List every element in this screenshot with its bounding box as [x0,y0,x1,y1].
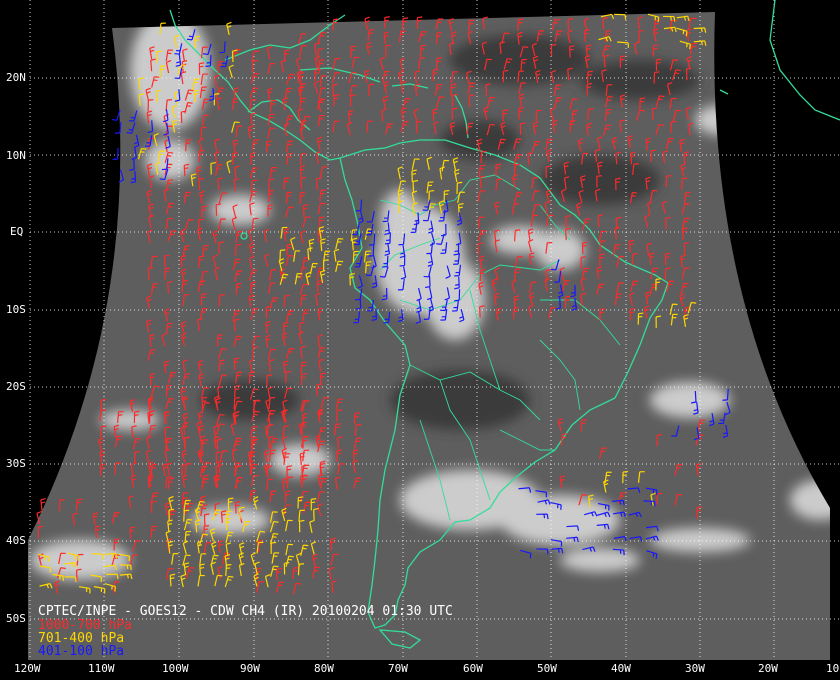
lon-label-70w: 70W [388,662,408,675]
lat-label-20n: 20N [6,71,26,84]
lat-label-10s: 10S [6,303,26,316]
lon-label-60w: 60W [463,662,483,675]
lon-label-10: 10 [826,662,840,675]
lon-label-110w: 110W [88,662,115,675]
lon-label-90w: 90W [240,662,260,675]
cloud-mass [210,195,270,225]
lat-label-20s: 20S [6,380,26,393]
legend-high-level: 401-100 hPa [38,644,125,659]
lon-label-100w: 100W [162,662,189,675]
lon-label-20w: 20W [758,662,778,675]
lon-label-50w: 50W [537,662,557,675]
cloud-mass [130,12,210,130]
lon-label-80w: 80W [314,662,334,675]
cloud-mass [425,260,485,340]
clear-sky-area [580,60,700,100]
image-title: CPTEC/INPE - GOES12 - CDW CH4 (IR) 20100… [38,604,453,619]
lon-label-120w: 120W [14,662,41,675]
cloud-mass [535,230,585,270]
clear-sky-area [390,370,530,430]
lat-label-40s: 40S [6,534,26,547]
lat-label-50s: 50S [6,612,26,625]
satellite-wind-map [0,0,840,680]
cloud-mass [560,548,640,572]
cloud-mass [500,495,620,545]
satellite-imagery [28,12,830,660]
lat-label-10n: 10N [6,149,26,162]
lat-label-eq: EQ [10,225,24,238]
lon-label-40w: 40W [611,662,631,675]
lon-label-30w: 30W [685,662,705,675]
lat-label-30s: 30S [6,457,26,470]
